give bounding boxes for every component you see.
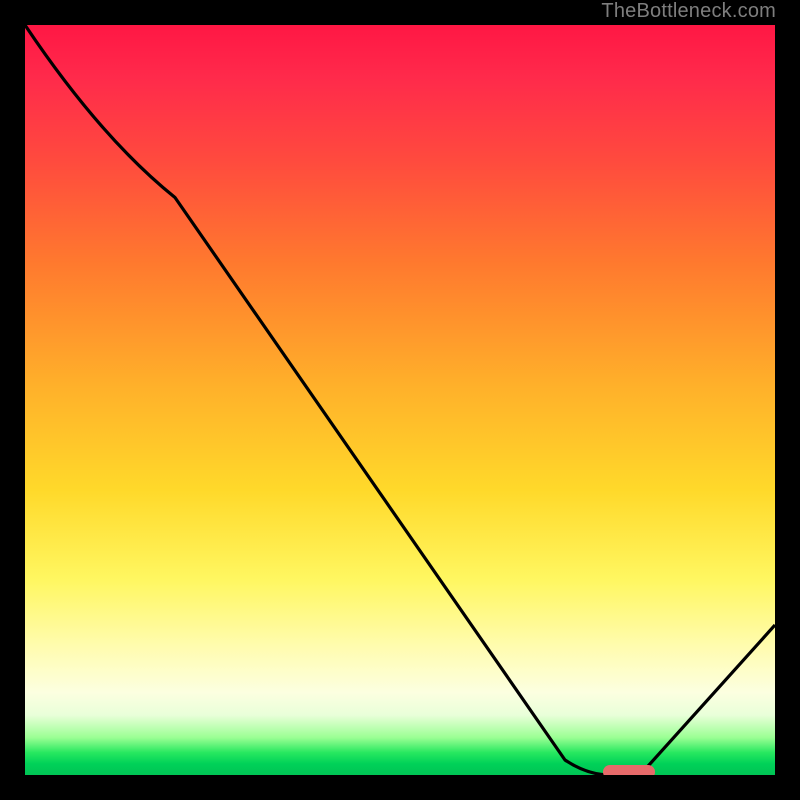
optimal-zone-marker: [603, 765, 656, 778]
plot-area: [22, 22, 778, 778]
watermark-text: TheBottleneck.com: [601, 0, 776, 23]
bottleneck-chart: TheBottleneck.com: [0, 0, 800, 800]
severity-gradient: [25, 25, 775, 775]
